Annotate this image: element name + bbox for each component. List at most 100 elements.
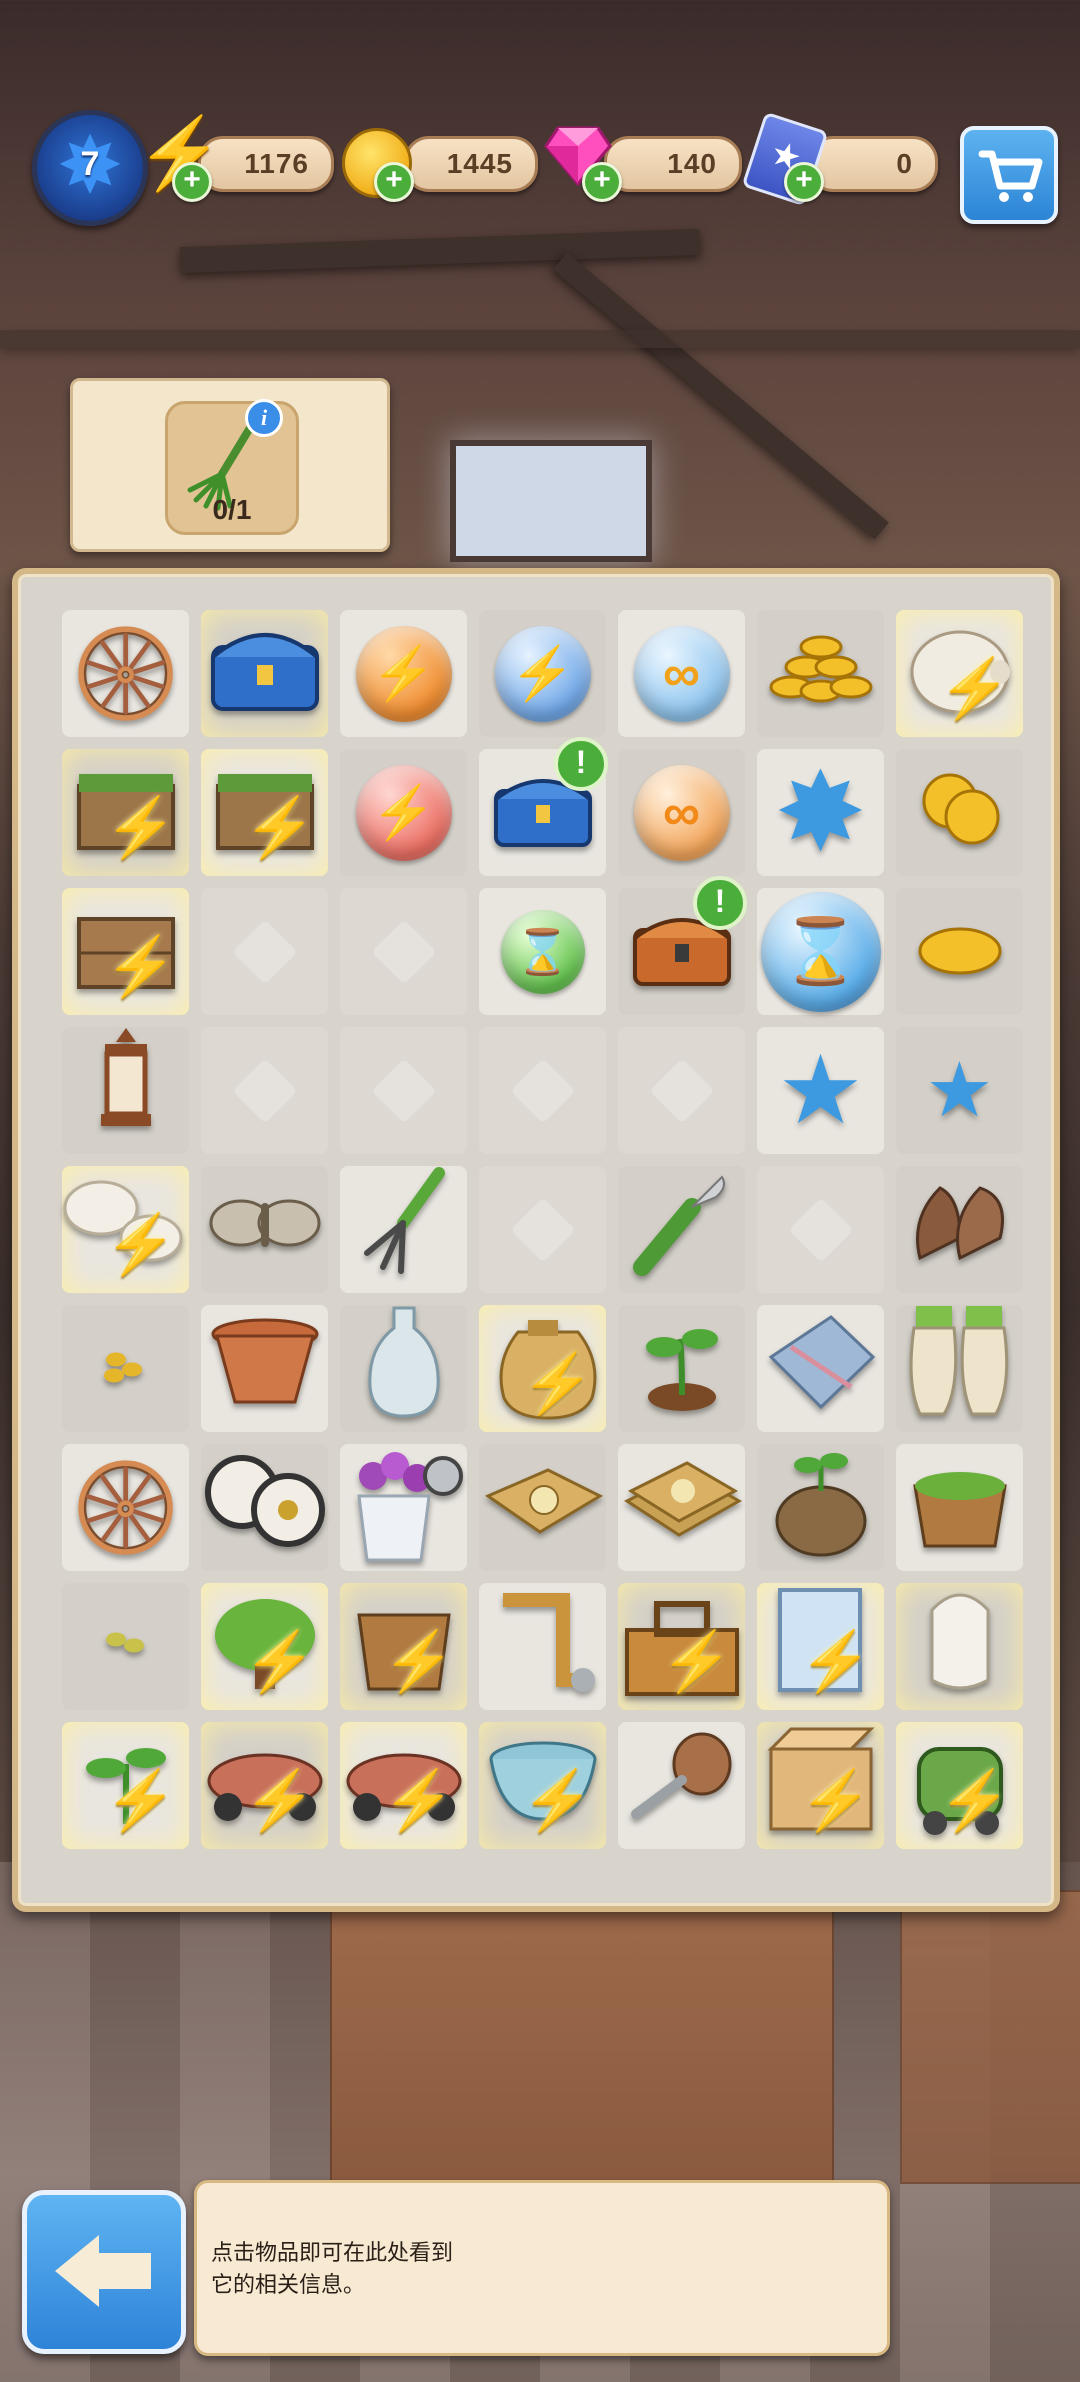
board-cell[interactable] [890,1299,1029,1438]
pipe-parts-icon [483,1580,603,1714]
board-cell[interactable] [334,1438,473,1577]
board-cell-empty[interactable] [334,882,473,1021]
board-cell[interactable]: ⚡ [195,743,334,882]
board-cell[interactable]: ⚡ [890,1716,1029,1855]
board-cell[interactable] [890,1577,1029,1716]
info-icon[interactable]: i [245,399,283,437]
gem-plus-button[interactable]: + [582,162,622,202]
board-cell[interactable]: ∞ [612,604,751,743]
board-cell-empty[interactable] [473,1021,612,1160]
board-cell[interactable]: ⚡ [334,1716,473,1855]
shop-button[interactable] [960,126,1058,224]
seeds-icon [96,1617,156,1676]
board-cell-empty[interactable] [473,1160,612,1299]
board-cell[interactable]: ⚡ [612,1577,751,1716]
board-cell[interactable]: ⚡ [334,743,473,882]
board-cell[interactable] [612,1716,751,1855]
board-cell[interactable]: ★ [751,1021,890,1160]
board-cell[interactable]: ⚡ [195,1716,334,1855]
board-cell[interactable]: ∞ [612,743,751,882]
board-cell[interactable]: ⚡ [334,604,473,743]
gem-counter[interactable]: 140 [604,136,742,192]
board-cell[interactable] [195,1299,334,1438]
energy-bolt-icon: ⚡ [382,1629,455,1694]
energy-bolt-icon: ⚡ [938,1768,1011,1833]
item-info-text: 点击物品即可在此处看到 它的相关信息。 [211,2240,454,2297]
seed-packet-icon [478,1456,608,1560]
coin-value: 1445 [446,148,513,179]
board-cell[interactable]: ⚡ [473,1299,612,1438]
board-cell-empty[interactable] [334,1021,473,1160]
new-badge-icon: ! [693,876,747,930]
energy-bolt-icon: ⚡ [938,656,1011,721]
board-cell[interactable] [195,1438,334,1577]
energy-bolt-icon: ⚡ [382,1768,455,1833]
coin-pile-icon [761,617,881,731]
board-cell[interactable]: ⌛ [473,882,612,1021]
board-cell[interactable]: ✸ [751,743,890,882]
board-cell[interactable] [890,743,1029,882]
level-badge[interactable]: ✸ 7 [32,110,148,226]
board-cell-empty[interactable] [612,1021,751,1160]
board-cell[interactable] [473,1438,612,1577]
board-cell[interactable]: ⚡ [195,1577,334,1716]
pruning-knife-icon [622,1163,742,1297]
board-cell[interactable]: ⚡ [751,1577,890,1716]
energy-plus-button[interactable]: + [172,162,212,202]
board-cell[interactable]: ⚡ [473,604,612,743]
energy-bolt-icon: ⚡ [104,795,177,860]
cart-icon [978,150,1043,202]
board-cell[interactable] [195,604,334,743]
board-cell[interactable] [612,1160,751,1299]
board-cell[interactable]: ⌛ [751,882,890,1021]
board-cell[interactable]: 🛞 [56,1438,195,1577]
board-cell[interactable] [334,1160,473,1299]
board-cell[interactable]: ! [473,737,612,882]
board-cell[interactable]: ⚡ [56,743,195,882]
board-cell-empty[interactable] [195,1021,334,1160]
board-cell[interactable]: ! [612,876,751,1021]
board-cell[interactable]: ⚡ [56,1160,195,1299]
board-cell[interactable]: ⚡ [334,1577,473,1716]
blue-star-icon: ★ [777,1036,864,1144]
card-counter[interactable]: 0 [808,136,938,192]
board-cell[interactable]: ⚡ [751,1716,890,1855]
board-cell[interactable] [195,1160,334,1299]
level-number: 7 [80,145,100,183]
tires-icon: 🛞 [71,1459,180,1556]
board-cell[interactable]: ⚡ [473,1716,612,1855]
coin-plus-button[interactable]: + [374,162,414,202]
cardboard-box [330,1890,834,2194]
card-plus-button[interactable]: + [784,162,824,202]
back-button[interactable] [22,2190,186,2354]
board-cell[interactable]: ⚡ [890,604,1029,743]
board-cell[interactable] [751,1299,890,1438]
board-cell[interactable] [334,1299,473,1438]
board-cell-empty[interactable] [195,882,334,1021]
energy-bolt-icon: ⚡ [799,1629,872,1694]
board-cell[interactable]: 🛞 [56,604,195,743]
board-cell[interactable] [890,882,1029,1021]
board-cell[interactable] [612,1299,751,1438]
board-cell[interactable] [890,1438,1029,1577]
board-cell[interactable] [890,1160,1029,1299]
board-cell[interactable] [751,1438,890,1577]
roof-beam [179,228,701,274]
board-cell[interactable] [612,1438,751,1577]
roof-beam [552,252,889,540]
board-cell-empty[interactable] [751,1160,890,1299]
board-cell[interactable] [56,1299,195,1438]
moth-icon [205,1173,325,1287]
board-cell[interactable] [473,1577,612,1716]
energy-bolt-icon: ⚡ [104,934,177,999]
garden-gloves-icon [900,1302,1020,1436]
roof-beam [0,330,1080,348]
board-cell[interactable] [751,604,890,743]
coin-counter[interactable]: 1445 [404,136,538,192]
board-cell[interactable]: ★ [890,1021,1029,1160]
board-cell[interactable]: ⚡ [56,882,195,1021]
board-cell[interactable]: ⚡ [56,1716,195,1855]
cardboard-box [900,1890,1080,2184]
board-cell[interactable] [56,1577,195,1716]
board-cell[interactable] [56,1021,195,1160]
